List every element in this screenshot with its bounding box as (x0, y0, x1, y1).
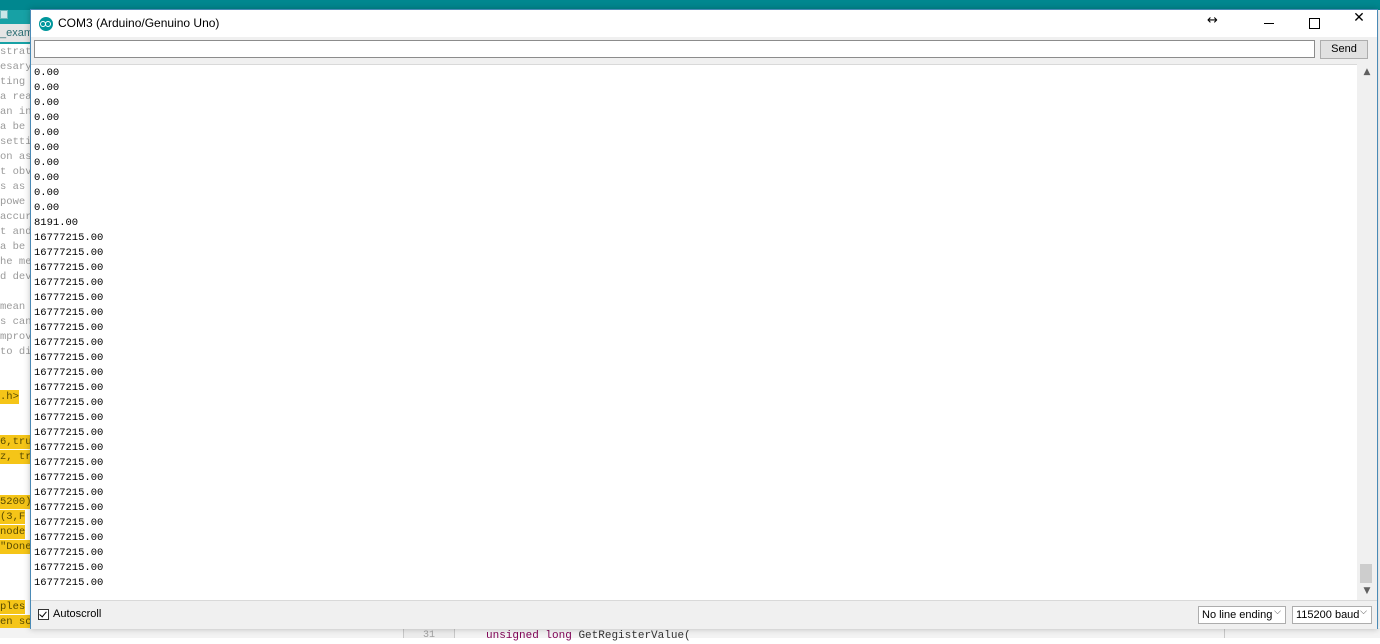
maximize-button[interactable] (1291, 10, 1337, 37)
line-ending-value: No line ending (1202, 609, 1273, 621)
serial-monitor-window: COM3 (Arduino/Genuino Uno) ↔ ✕ Send 0.00… (30, 9, 1378, 629)
serial-output-line: 0.00 (34, 67, 60, 79)
chevron-down-icon: ⌵ (1274, 607, 1281, 617)
chevron-down-icon: ⌵ (1360, 607, 1367, 617)
serial-output-line: 16777215.00 (34, 442, 104, 454)
ide-editor-line: to di (0, 346, 30, 358)
serial-output-line: 16777215.00 (34, 292, 104, 304)
serial-output-line: 0.00 (34, 97, 60, 109)
maximize-icon (1309, 18, 1320, 29)
ide-editor-edge (1224, 628, 1225, 638)
ide-toolbar-icon[interactable] (0, 10, 8, 19)
ide-editor-line: (3,F (0, 510, 26, 524)
serial-output-line: 16777215.00 (34, 277, 104, 289)
ide-editor-line: ting (0, 76, 26, 88)
code-function: GetRegisterValue( (578, 630, 691, 642)
serial-output-line: 16777215.00 (34, 457, 104, 469)
serial-output-line: 16777215.00 (34, 502, 104, 514)
serial-output-line: 16777215.00 (34, 337, 104, 349)
ide-editor-line: setti (0, 136, 30, 148)
ide-editor-line: t obv (0, 166, 30, 178)
minimize-icon (1264, 23, 1274, 24)
close-icon: ✕ (1353, 10, 1365, 26)
serial-output-line: 16777215.00 (34, 397, 104, 409)
vertical-scrollbar[interactable]: ▲ ▼ (1357, 64, 1377, 600)
ide-editor-line: accur (0, 211, 30, 223)
serial-output-line: 0.00 (34, 112, 60, 124)
serial-output-line: 8191.00 (34, 217, 79, 229)
serial-output-line: 0.00 (34, 202, 60, 214)
ide-editor-line: s can (0, 316, 30, 328)
autoscroll-checkbox[interactable] (38, 609, 49, 620)
serial-output-line: 16777215.00 (34, 232, 104, 244)
serial-output-line: 16777215.00 (34, 307, 104, 319)
serial-output-line: 16777215.00 (34, 262, 104, 274)
serial-output-area[interactable]: 0.00 0.00 0.00 0.00 0.00 0.00 0.00 0.00 0.00 0.00… (31, 64, 1357, 601)
arduino-app-icon (39, 17, 53, 31)
ide-sketch-tab[interactable]: _exam (0, 24, 30, 42)
ide-line-number: 31 (403, 628, 455, 641)
baud-rate-value: 115200 baud (1296, 609, 1360, 621)
ide-editor-line: .h> (0, 390, 19, 404)
serial-output-line: 16777215.00 (34, 352, 104, 364)
window-title: COM3 (Arduino/Genuino Uno) (58, 16, 220, 30)
serial-output-line: 16777215.00 (34, 517, 104, 529)
close-button[interactable]: ✕ (1336, 10, 1380, 37)
ide-editor-line: "Done (0, 540, 30, 554)
ide-editor-line: d devi (0, 271, 30, 283)
serial-output-line: 16777215.00 (34, 487, 104, 499)
serial-output-line: 16777215.00 (34, 322, 104, 334)
serial-output-line: 16777215.00 (34, 577, 104, 589)
baud-rate-select[interactable]: 115200 baud ⌵ (1292, 606, 1372, 624)
title-bar[interactable]: COM3 (Arduino/Genuino Uno) ↔ ✕ (31, 10, 1377, 37)
ide-editor-line: powe (0, 196, 26, 208)
serial-output-line: 0.00 (34, 82, 60, 94)
serial-output-line: 16777215.00 (34, 547, 104, 559)
send-button[interactable]: Send (1320, 40, 1368, 59)
serial-output-line: 16777215.00 (34, 472, 104, 484)
ide-editor-line: on as (0, 151, 30, 163)
ide-editor-line: mprov (0, 331, 30, 343)
serial-output-line: 0.00 (34, 187, 60, 199)
ide-editor-line: a rea (0, 91, 30, 103)
ide-editor-line: s as p (0, 181, 30, 193)
scroll-down-icon[interactable]: ▼ (1357, 583, 1377, 600)
ide-editor-line: he mea (0, 256, 30, 268)
autoscroll-label[interactable]: Autoscroll (53, 608, 101, 620)
serial-output-line: 0.00 (34, 142, 60, 154)
ide-editor-line: esary (0, 61, 30, 73)
ide-editor-line: mean (0, 301, 26, 313)
ide-editor-line: an ind (0, 106, 30, 118)
serial-output-line: 16777215.00 (34, 247, 104, 259)
serial-output-line: 16777215.00 (34, 367, 104, 379)
serial-output-line: 16777215.00 (34, 427, 104, 439)
minimize-button[interactable] (1246, 10, 1292, 37)
ide-editor-line: 6,tru (0, 435, 30, 449)
code-keyword: unsigned long (486, 630, 572, 642)
ide-editor-line: z, tr (0, 450, 30, 464)
serial-output-line: 16777215.00 (34, 562, 104, 574)
resize-cursor-icon: ↔ (1207, 13, 1218, 28)
ide-editor-background: strat esary ting a rea an ind a be u setti on … (0, 44, 30, 638)
ide-editor-line: t and (0, 226, 30, 238)
ide-editor-line: a be u (0, 121, 30, 133)
ide-editor-line: strat (0, 46, 30, 58)
serial-output-line: 16777215.00 (34, 412, 104, 424)
ide-editor-line: node (0, 525, 26, 539)
ide-editor-line: ples (0, 600, 26, 614)
serial-output-line: 16777215.00 (34, 532, 104, 544)
status-bar: Autoscroll No line ending ⌵ 115200 baud … (31, 600, 1377, 629)
scrollbar-thumb[interactable] (1360, 564, 1372, 583)
serial-output-line: 0.00 (34, 157, 60, 169)
line-ending-select[interactable]: No line ending ⌵ (1198, 606, 1286, 624)
serial-input[interactable] (34, 40, 1315, 58)
ide-editor-line: a be (0, 241, 26, 253)
scroll-up-icon[interactable]: ▲ (1357, 64, 1377, 81)
ide-code-line: unsigned long GetRegisterValue( (486, 628, 691, 644)
serial-output-line: 0.00 (34, 127, 60, 139)
ide-editor-line: en sc (0, 615, 30, 629)
serial-output-line: 0.00 (34, 172, 60, 184)
ide-editor-line: 5200) (0, 495, 30, 509)
serial-output-line: 16777215.00 (34, 382, 104, 394)
